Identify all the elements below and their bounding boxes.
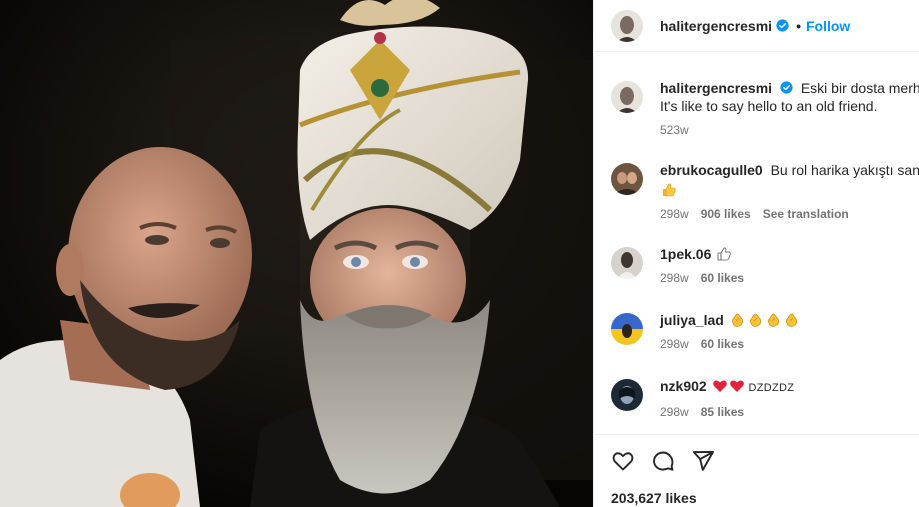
caption-username[interactable]: halitergencresmi: [660, 80, 772, 96]
comment-likes[interactable]: 60 likes: [701, 337, 744, 351]
comment-timestamp[interactable]: 298w: [660, 337, 689, 351]
commenter-avatar[interactable]: [611, 313, 643, 345]
header-separator: •: [796, 17, 801, 34]
commenter-username[interactable]: nzk902: [660, 378, 707, 394]
comments-list[interactable]: halitergencresmi Eski bir dosta merhaba …: [594, 53, 919, 433]
caption-text-line2: It's like to say hello to an old friend.: [660, 98, 878, 114]
comment-likes[interactable]: 906 likes: [701, 207, 751, 221]
comment-timestamp[interactable]: 298w: [660, 405, 689, 419]
comment-item: juliya_lad 298w 60 likes: [611, 311, 919, 351]
caption-avatar[interactable]: [611, 81, 643, 113]
comment-item: ebrukocagulle0 Bu rol harika yakıştı san…: [611, 161, 919, 221]
caption-text-line1: Eski bir dosta merhaba: [800, 80, 919, 96]
send-icon[interactable]: [691, 449, 715, 473]
comment-timestamp[interactable]: 298w: [660, 271, 689, 285]
caption-timestamp[interactable]: 523w: [660, 123, 689, 137]
thumbs-up-icon: [717, 247, 731, 261]
thumbs-up-icon: [663, 183, 676, 197]
post-header: halitergencresmi • Follow: [594, 0, 919, 52]
clapping-hands-icon: [767, 313, 779, 327]
actions-divider: [594, 434, 919, 435]
commenter-username[interactable]: ebrukocagulle0: [660, 162, 763, 178]
comment-text: DZDZDZ: [748, 382, 795, 394]
commenter-avatar[interactable]: [611, 247, 643, 279]
clapping-hands-icon: [749, 313, 761, 327]
comment-likes[interactable]: 85 likes: [701, 405, 744, 419]
see-translation-link[interactable]: See translation: [763, 207, 849, 221]
verified-badge-icon: [776, 19, 789, 32]
likes-count[interactable]: 203,627 likes: [611, 490, 697, 506]
commenter-username[interactable]: juliya_lad: [660, 312, 724, 328]
post-caption: halitergencresmi Eski bir dosta merhaba …: [611, 79, 919, 137]
red-heart-icon: [729, 380, 744, 392]
comment-likes[interactable]: 60 likes: [701, 271, 744, 285]
comment-item: nzk902 DZDZDZ 298w 85 likes: [611, 377, 919, 419]
post-actions: [611, 449, 715, 473]
commenter-username[interactable]: 1pek.06: [660, 246, 711, 262]
author-avatar[interactable]: [611, 9, 643, 42]
comment-item: 1pek.06 298w 60 likes: [611, 245, 919, 285]
commenter-avatar[interactable]: [611, 163, 643, 195]
red-heart-icon: [712, 380, 727, 392]
post-photo[interactable]: [0, 0, 593, 507]
comment-timestamp[interactable]: 298w: [660, 207, 689, 221]
clapping-hands-icon: [785, 313, 797, 327]
heart-icon[interactable]: [611, 449, 635, 473]
author-username[interactable]: halitergencresmi: [660, 18, 772, 34]
post-side-panel: halitergencresmi • Follow halitergencres…: [593, 0, 919, 507]
selfie-with-wax-figure-image: [0, 0, 593, 507]
comment-icon[interactable]: [651, 449, 675, 473]
clapping-hands-icons: [728, 312, 800, 328]
instagram-post: halitergencresmi • Follow halitergencres…: [0, 0, 919, 507]
comment-text: Bu rol harika yakıştı sana: [770, 162, 919, 178]
commenter-avatar[interactable]: [611, 379, 643, 411]
verified-badge-icon: [780, 81, 793, 94]
clapping-hands-icon: [731, 313, 743, 327]
follow-button[interactable]: Follow: [806, 18, 850, 34]
